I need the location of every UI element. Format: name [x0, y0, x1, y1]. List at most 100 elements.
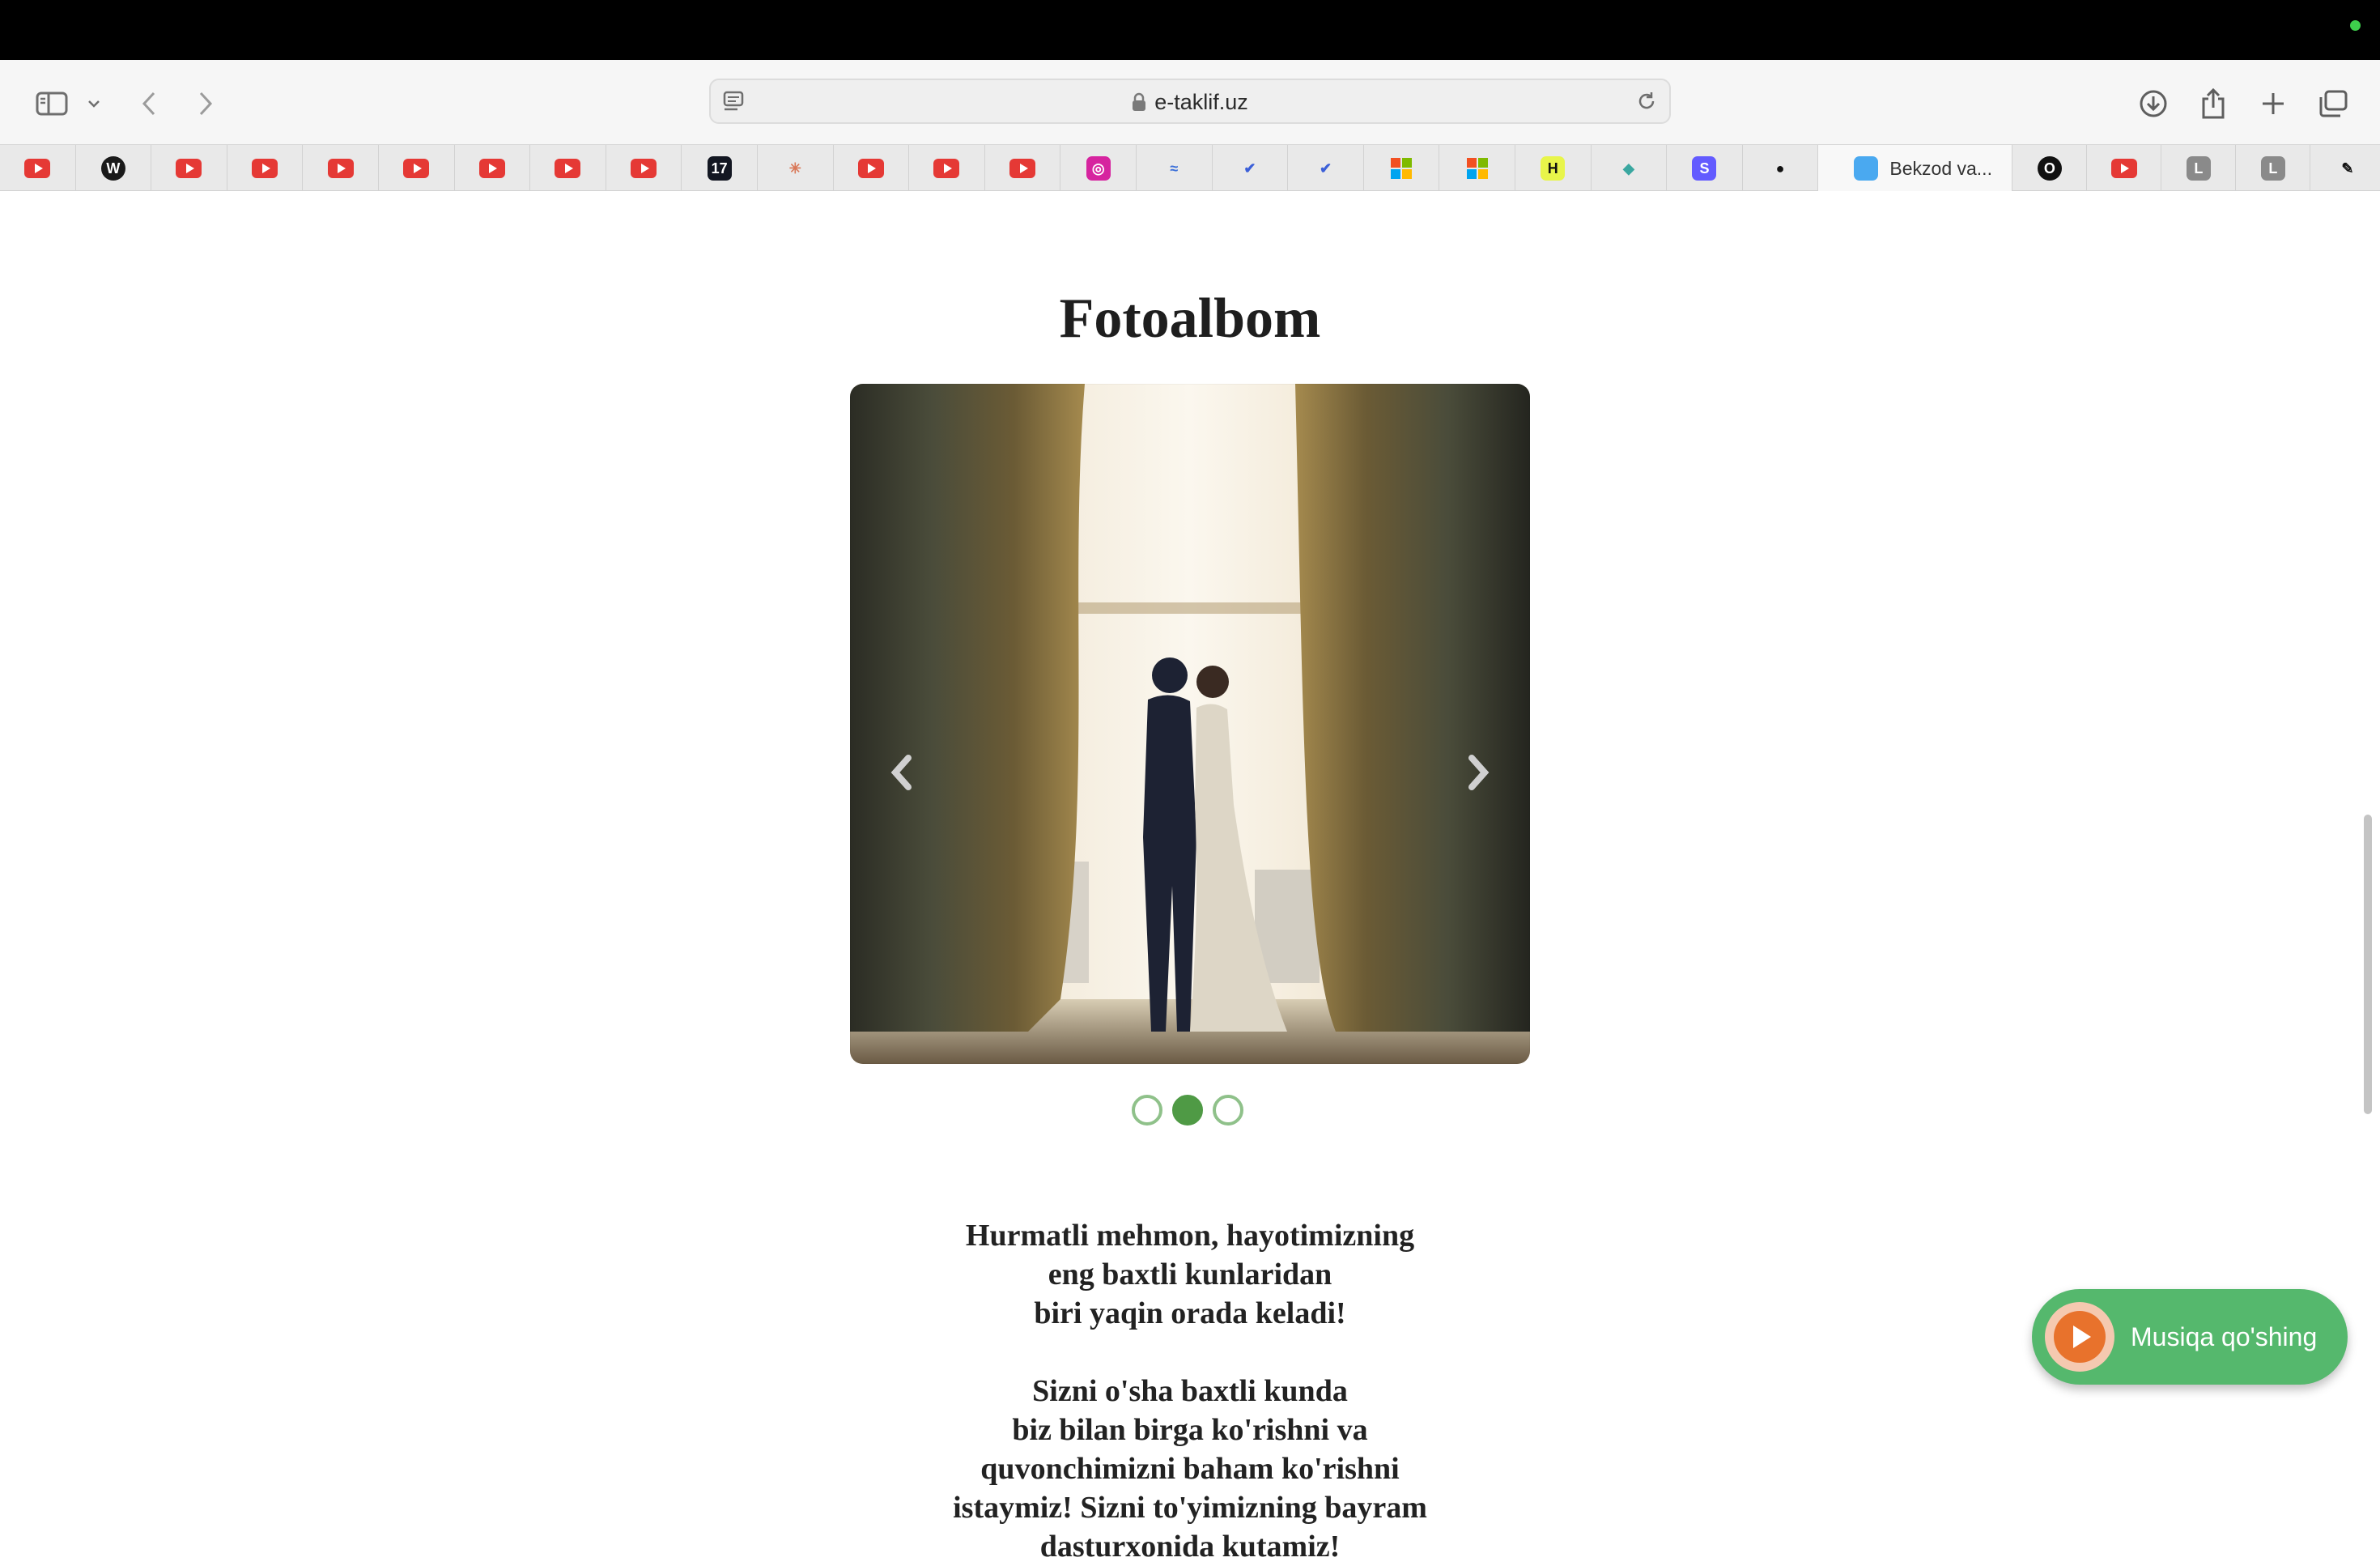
address-bar[interactable]: e-taklif.uz — [709, 79, 1671, 124]
next-slide-button[interactable] — [1462, 748, 1494, 797]
youtube-icon — [176, 159, 202, 178]
download-icon — [2140, 90, 2167, 117]
reload-icon[interactable] — [1635, 90, 1658, 113]
invitation-text: Hurmatli mehmon, hayotimizning eng baxtli… — [0, 1216, 2380, 1566]
page-scrollbar[interactable] — [2364, 815, 2372, 1114]
slide-dot-2[interactable] — [1172, 1095, 1203, 1126]
claude-icon: ✳ — [788, 160, 801, 177]
youtube-icon — [1009, 159, 1036, 178]
tab-item[interactable]: ● — [1743, 145, 1819, 192]
tab-item[interactable]: ✳ — [758, 145, 834, 192]
bird-icon: ✔ — [1243, 160, 1256, 177]
tab-active[interactable]: Bekzod va... — [1818, 145, 2013, 192]
hotwire-icon: H — [1541, 156, 1566, 181]
tab-item[interactable]: L — [2236, 145, 2311, 192]
stripe-icon: S — [1692, 156, 1717, 181]
tab-item[interactable] — [227, 145, 304, 192]
youtube-icon — [252, 159, 278, 178]
youtube-icon — [327, 159, 354, 178]
tab-item[interactable] — [1364, 145, 1440, 192]
wordpress-icon: W — [100, 156, 125, 181]
tab-item[interactable] — [2087, 145, 2162, 192]
share-icon — [2202, 87, 2225, 119]
previous-slide-button[interactable] — [886, 748, 918, 797]
url-label: e-taklif.uz — [1154, 90, 1248, 114]
youtube-icon — [555, 159, 581, 178]
tab-overview-button[interactable] — [2310, 81, 2356, 126]
new-tab-button[interactable] — [2250, 81, 2296, 126]
letter-l-icon: L — [2260, 156, 2285, 181]
tab-item[interactable] — [909, 145, 985, 192]
tab-item[interactable]: O — [2012, 145, 2088, 192]
key-icon: ✎ — [2341, 160, 2354, 177]
lock-icon — [1133, 92, 1146, 111]
tab-item[interactable] — [303, 145, 379, 192]
wedding-photo — [850, 384, 1530, 1064]
back-button[interactable] — [126, 81, 172, 126]
tab-item[interactable]: ◆ — [1592, 145, 1668, 192]
system-menu-bar — [0, 0, 2380, 60]
wave-icon: ≈ — [1170, 160, 1179, 177]
invitation-line: istaymiz! Sizni to'yimizning bayram — [953, 1491, 1427, 1525]
add-music-label: Musiqa qo'shing — [2131, 1321, 2318, 1351]
page-content: Fotoalbom Hurmatli mehmon, hayotimizning… — [0, 191, 2380, 1564]
plus-icon — [2263, 93, 2284, 114]
downloads-button[interactable] — [2131, 81, 2176, 126]
diamond-icon: ◆ — [1622, 160, 1634, 177]
youtube-icon — [857, 159, 884, 178]
play-icon — [2045, 1302, 2114, 1372]
instagram-icon: ◎ — [1086, 156, 1111, 181]
invitation-line: biz bilan birga ko'rishni va — [1012, 1413, 1368, 1447]
forward-button[interactable] — [183, 81, 228, 126]
page-title: Fotoalbom — [1059, 287, 1321, 350]
slide-dot-1[interactable] — [1132, 1095, 1162, 1126]
tab-item[interactable]: ≈ — [1137, 145, 1213, 192]
letter-l-icon: L — [2186, 156, 2211, 181]
tab-item[interactable]: 17 — [682, 145, 758, 192]
invitation-line: biri yaqin orada keladi! — [1034, 1296, 1346, 1330]
circle-icon: O — [2037, 156, 2062, 181]
tab-item[interactable]: S — [1667, 145, 1743, 192]
sidebar-toggle-button[interactable] — [28, 81, 76, 126]
tab-item[interactable] — [455, 145, 531, 192]
tab-item[interactable] — [379, 145, 455, 192]
youtube-icon — [631, 159, 657, 178]
tab-item[interactable]: H — [1515, 145, 1592, 192]
tab-item[interactable]: L — [2161, 145, 2237, 192]
tab-item[interactable]: ✔ — [1288, 145, 1364, 192]
tab-group-chevron-button[interactable] — [79, 81, 108, 126]
github-icon: ● — [1775, 160, 1785, 177]
tab-item[interactable] — [0, 145, 76, 192]
tab-item[interactable] — [1439, 145, 1515, 192]
tab-item[interactable]: ✎ — [2310, 145, 2380, 192]
tab-item[interactable] — [985, 145, 1061, 192]
youtube-icon — [478, 159, 505, 178]
tab-item[interactable]: W — [76, 145, 152, 192]
microsoft-icon — [1465, 156, 1490, 181]
site-icon — [1854, 156, 1879, 181]
invitation-line: dasturxonida kutamiz! — [1039, 1530, 1341, 1564]
tab-item[interactable]: ◎ — [1060, 145, 1137, 192]
tab-item[interactable] — [151, 145, 227, 192]
youtube-icon — [2110, 159, 2137, 178]
tab-item[interactable] — [606, 145, 682, 192]
microsoft-icon — [1389, 156, 1413, 181]
photo-slider[interactable] — [850, 384, 1530, 1064]
tab-bar: W 17 ✳ ◎ ≈ ✔ ✔ H ◆ S ● Bekzod va... O L L ✎ — [0, 144, 2380, 192]
tab-item[interactable] — [530, 145, 606, 192]
chevron-down-icon — [88, 100, 100, 108]
invitation-line: eng baxtli kunlaridan — [1048, 1257, 1332, 1292]
invitation-line — [0, 1333, 2380, 1372]
tab-item[interactable] — [834, 145, 910, 192]
add-music-button[interactable]: Musiqa qo'shing — [2032, 1289, 2348, 1385]
tab-overview-icon — [2319, 90, 2348, 117]
slide-dot-3[interactable] — [1213, 1095, 1243, 1126]
youtube-icon — [24, 159, 51, 178]
share-button[interactable] — [2191, 81, 2236, 126]
invitation-line: quvonchimizni baham ko'rishni — [980, 1452, 1400, 1486]
browser-toolbar: e-taklif.uz — [0, 60, 2380, 144]
bird-icon: ✔ — [1319, 160, 1332, 177]
camera-indicator-icon — [2350, 20, 2361, 31]
sidebar-icon — [36, 91, 68, 116]
tab-item[interactable]: ✔ — [1213, 145, 1289, 192]
